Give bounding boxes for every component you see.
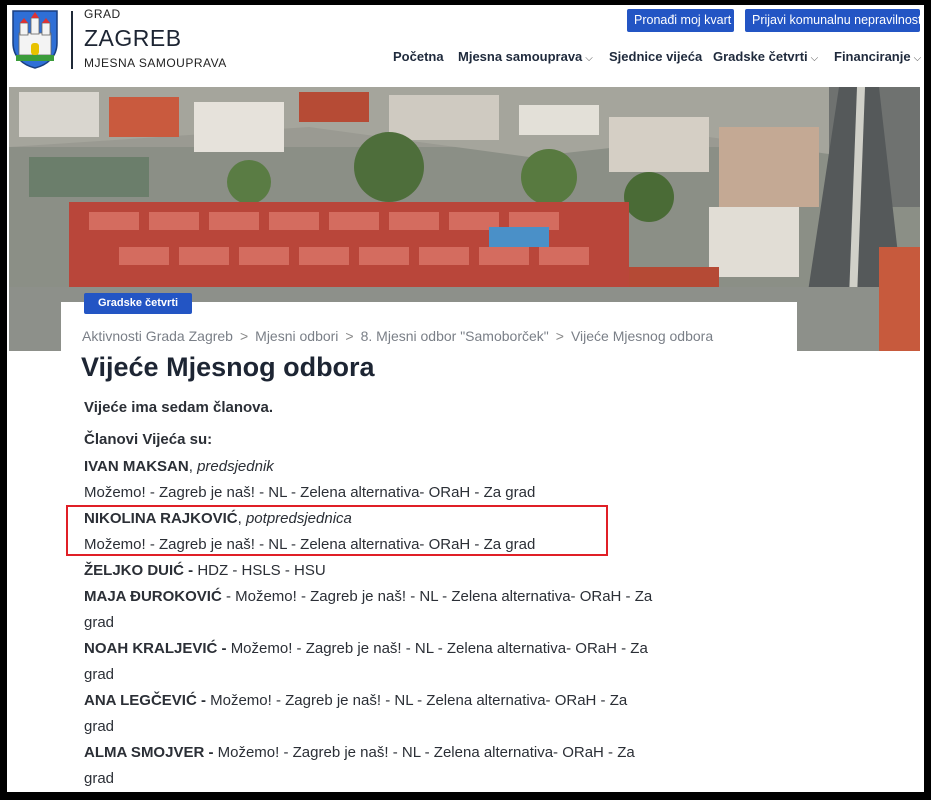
nav-pocetna[interactable]: Početna — [393, 49, 444, 64]
logo-divider — [71, 11, 73, 69]
breadcrumb-current: Vijeće Mjesnog odbora — [570, 328, 714, 344]
brand-zagreb[interactable]: ZAGREB — [84, 25, 182, 52]
member-line: NOAH KRALJEVIĆ - Možemo! - Zagreb je naš… — [84, 640, 648, 657]
brand-mjesna-samouprava: MJESNA SAMOUPRAVA — [84, 56, 227, 70]
member-name: ALMA SMOJVER - — [84, 744, 214, 761]
breadcrumb-separator: > — [555, 328, 564, 344]
member-party: Možemo! - Zagreb je naš! - NL - Zelena a… — [217, 744, 635, 761]
member-party-wrap: grad — [84, 666, 115, 683]
chevron-down-icon: ⌵ — [810, 53, 819, 64]
breadcrumb-item[interactable]: Aktivnosti Grada Zagreb — [82, 328, 233, 344]
gradske-cetvrti-tag[interactable]: Gradske četvrti — [84, 293, 192, 314]
member-line: ANA LEGČEVIĆ - Možemo! - Zagreb je naš! … — [84, 692, 627, 709]
breadcrumb: Aktivnosti Grada Zagreb > Mjesni odbori >8.… — [82, 328, 713, 344]
member-party: Možemo! - Zagreb je naš! - NL - Zelena a… — [210, 692, 628, 709]
nav-mjesna-samouprava[interactable]: Mjesna samouprava ⌵ — [458, 49, 593, 64]
member-name: ŽELJKO DUIĆ - — [84, 562, 194, 579]
nav-gradske-cetvrti[interactable]: Gradske četvrti ⌵ — [713, 49, 818, 64]
nav-label: Financiranje — [834, 49, 911, 64]
breadcrumb-item[interactable]: Mjesni odbori — [255, 328, 338, 344]
brand-grad: GRAD — [84, 7, 121, 21]
member-party: Možemo! - Zagreb je naš! - NL - Zelena a… — [84, 484, 536, 501]
breadcrumb-separator: > — [345, 328, 354, 344]
report-issue-button[interactable]: Prijavi komunalnu nepravilnost — [745, 9, 922, 32]
member-party: HDZ - HSLS - HSU — [197, 562, 326, 579]
member-party-wrap: grad — [84, 614, 115, 631]
member-line: ŽELJKO DUIĆ - HDZ - HSLS - HSU — [84, 562, 326, 579]
nav-label: Mjesna samouprava — [458, 49, 583, 64]
chevron-down-icon: ⌵ — [913, 53, 922, 64]
highlight-box — [66, 505, 608, 556]
member-name-line: IVAN MAKSAN, predsjednik — [84, 458, 274, 475]
member-party-wrap: grad — [84, 718, 115, 735]
nav-sjednice-vijeca[interactable]: Sjednice vijeća — [609, 49, 702, 64]
members-heading: Članovi Vijeća su: — [84, 431, 213, 448]
nav-label: Gradske četvrti — [713, 49, 808, 64]
member-line: ALMA SMOJVER - Možemo! - Zagreb je naš! … — [84, 744, 635, 761]
member-name: ANA LEGČEVIĆ - — [84, 692, 206, 709]
member-party: Možemo! - Zagreb je naš! - NL - Zelena a… — [230, 640, 648, 657]
breadcrumb-item[interactable]: 8. Mjesni odbor "Samoborček" — [361, 328, 549, 344]
member-name: IVAN MAKSAN — [84, 458, 189, 475]
member-name: NOAH KRALJEVIĆ - — [84, 640, 227, 657]
page-title: Vijeće Mjesnog odbora — [81, 352, 375, 382]
browser-viewport: GRAD ZAGREB MJESNA SAMOUPRAVA Pronađi mo… — [7, 5, 924, 792]
intro-text: Vijeće ima sedam članova. — [84, 399, 274, 416]
member-line: MAJA ĐUROKOVIĆ - Možemo! - Zagreb je naš… — [84, 588, 652, 605]
find-my-neighborhood-button[interactable]: Pronađi moj kvart — [627, 9, 734, 32]
nav-label: Početna — [393, 49, 444, 64]
nav-financiranje[interactable]: Financiranje ⌵ — [834, 49, 921, 64]
zagreb-coat-of-arms-logo[interactable] — [11, 9, 59, 69]
member-role: predsjednik — [197, 458, 274, 475]
chevron-down-icon: ⌵ — [585, 53, 593, 64]
member-party: - Možemo! - Zagreb je naš! - NL - Zelena… — [225, 588, 653, 605]
member-party-wrap: grad — [84, 770, 115, 787]
breadcrumb-separator: > — [239, 328, 249, 344]
member-name: MAJA ĐUROKOVIĆ — [84, 588, 222, 605]
nav-label: Sjednice vijeća — [609, 49, 703, 64]
